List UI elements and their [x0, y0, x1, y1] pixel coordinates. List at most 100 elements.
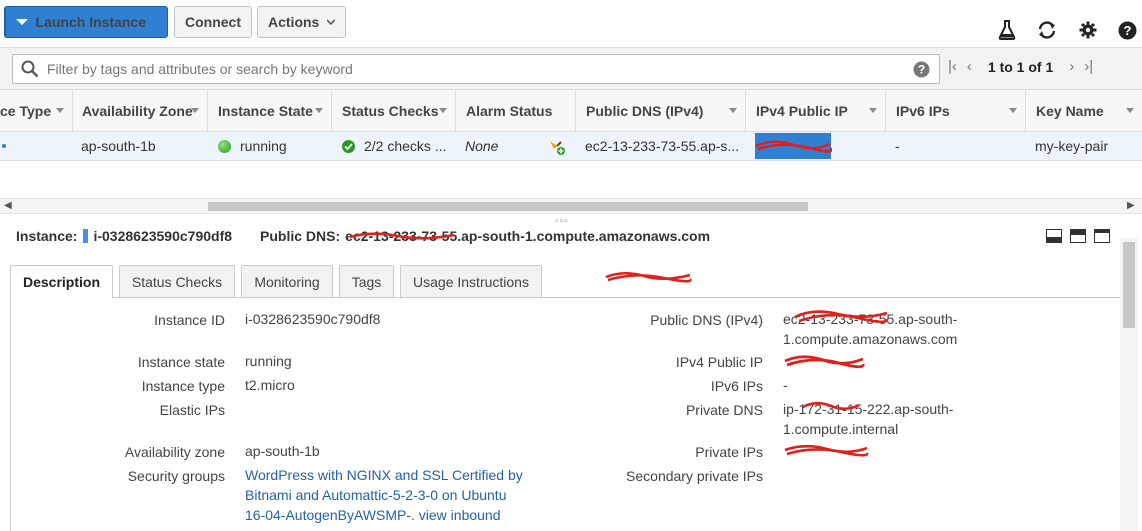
- security-group-line: Bitnami and Automattic-5-2-3-0 on Ubuntu: [245, 487, 507, 503]
- page-indicator: 1 to 1 of 1: [987, 58, 1054, 75]
- vertical-scrollbar[interactable]: [1120, 238, 1138, 531]
- chevron-down-icon: [315, 108, 323, 113]
- private-ips-label: Private IPs: [695, 444, 763, 460]
- private-dns-line: 1.compute.internal: [783, 421, 899, 437]
- help-icon[interactable]: ?: [1117, 20, 1137, 40]
- tab-usage-instructions[interactable]: Usage Instructions: [400, 265, 542, 297]
- column-instance-type[interactable]: ce Type: [0, 90, 73, 131]
- help-icon[interactable]: ?: [913, 61, 930, 81]
- elastic-ips-label: Elastic IPs: [159, 402, 225, 418]
- redaction-scribble: [349, 232, 455, 240]
- tab-label: Description: [22, 274, 100, 290]
- flask-icon[interactable]: [997, 20, 1017, 40]
- row-marker: [0, 132, 20, 160]
- chevron-down-icon: [439, 108, 447, 113]
- column-label: Public DNS (IPv4): [586, 102, 704, 119]
- filter-bar: ? |‹ ‹ 1 to 1 of 1 › ›|: [0, 47, 1142, 90]
- prev-page-icon[interactable]: ‹: [967, 58, 972, 75]
- scroll-right-icon[interactable]: ▶: [1127, 200, 1135, 211]
- security-group-line: WordPress with NGINX and SSL Certified b…: [245, 467, 523, 483]
- cell-status-checks: 2/2 checks ...: [332, 132, 456, 160]
- chevron-down-icon: [1126, 108, 1134, 113]
- connect-button[interactable]: Connect: [174, 6, 252, 38]
- actions-label: Actions: [268, 14, 320, 30]
- instance-type-value: t2.micro: [245, 377, 295, 393]
- tab-tags[interactable]: Tags: [339, 265, 394, 297]
- description-panel: Instance ID i-0328623590c790df8 Instance…: [10, 297, 1131, 531]
- public-dns-label: Public DNS:: [260, 228, 341, 244]
- column-status-checks[interactable]: Status Checks: [332, 90, 456, 131]
- cell-ipv6: -: [895, 138, 900, 154]
- instance-type-label: Instance type: [141, 378, 225, 394]
- private-dns-label: Private DNS: [685, 402, 763, 418]
- redaction-scribble: [784, 355, 865, 369]
- chevron-down-icon: [869, 108, 877, 113]
- column-ipv4-public-ip[interactable]: IPv4 Public IP: [746, 90, 886, 131]
- layout-bottom-icon[interactable]: [1046, 229, 1062, 243]
- column-ipv6-ips[interactable]: IPv6 IPs: [886, 90, 1026, 131]
- scrollbar-thumb[interactable]: [208, 202, 808, 211]
- toolbar: Launch Instance Connect Actions ?: [0, 0, 1142, 46]
- scrollbar-thumb[interactable]: [1123, 242, 1135, 328]
- gear-icon[interactable]: [1078, 20, 1098, 40]
- search-box[interactable]: [12, 54, 940, 84]
- ipv6-ips-value: -: [783, 377, 788, 393]
- chevron-down-icon: [327, 19, 335, 25]
- tab-monitoring[interactable]: Monitoring: [241, 265, 333, 297]
- tab-label: Status Checks: [131, 273, 223, 290]
- tab-label: Monitoring: [254, 273, 320, 290]
- next-page-icon[interactable]: ›: [1069, 58, 1074, 75]
- public-dns-label: Public DNS (IPv4): [650, 312, 763, 328]
- cell-availability-zone: ap-south-1b: [81, 138, 156, 154]
- availability-zone-value: ap-south-1b: [245, 443, 320, 459]
- first-page-icon[interactable]: |‹: [948, 58, 957, 75]
- column-label: Availability Zone: [82, 102, 193, 119]
- column-label: IPv6 IPs: [896, 102, 950, 119]
- refresh-icon[interactable]: [1037, 20, 1057, 40]
- instance-id-label: Instance ID: [154, 312, 225, 328]
- public-dns-line: 1.compute.amazonaws.com: [783, 331, 958, 347]
- chevron-down-icon: [1009, 108, 1017, 113]
- instance-id: i-0328623590c790df8: [93, 228, 233, 244]
- checks-text: 2/2 checks ...: [364, 138, 447, 154]
- column-public-dns[interactable]: Public DNS (IPv4): [576, 90, 746, 131]
- dns-text: ec2-13-233-73-55.ap-s...: [585, 138, 740, 154]
- last-page-icon[interactable]: ›|: [1084, 58, 1093, 75]
- security-group-link[interactable]: WordPress with NGINX and SSL Certified b…: [245, 465, 523, 525]
- table-row[interactable]: ap-south-1b running 2/2 checks ... None …: [0, 132, 1142, 283]
- tab-status-checks[interactable]: Status Checks: [119, 265, 235, 297]
- horizontal-scrollbar[interactable]: ◀ ▶: [0, 198, 1142, 214]
- column-key-name[interactable]: Key Name: [1026, 90, 1142, 131]
- chevron-down-icon: [729, 108, 737, 113]
- add-alarm-icon[interactable]: [548, 138, 566, 159]
- layout-split-icon[interactable]: [1070, 229, 1086, 243]
- running-status-icon: [218, 139, 231, 153]
- column-instance-state[interactable]: Instance State: [208, 90, 332, 131]
- state-text: running: [240, 138, 287, 154]
- instance-state-value: running: [245, 353, 292, 369]
- table-header: ce Type Availability Zone Instance State…: [0, 90, 1142, 132]
- search-input[interactable]: [45, 60, 939, 78]
- column-alarm-status[interactable]: Alarm Status: [456, 90, 576, 131]
- svg-text:?: ?: [1123, 23, 1131, 38]
- column-availability-zone[interactable]: Availability Zone: [73, 90, 208, 131]
- redaction-scribble: [784, 444, 869, 457]
- search-icon: [21, 60, 39, 78]
- tab-description[interactable]: Description: [10, 265, 113, 298]
- layout-toggle-group: [1046, 229, 1110, 243]
- instance-id-value: i-0328623590c790df8: [245, 311, 381, 327]
- pagination: |‹ ‹ 1 to 1 of 1 › ›|: [948, 58, 1093, 75]
- redaction-scribble: [794, 310, 889, 324]
- column-label: ce Type: [0, 102, 52, 119]
- scroll-left-icon[interactable]: ◀: [4, 200, 12, 211]
- svg-text:?: ?: [918, 63, 925, 77]
- cell-public-dns: ec2-13-233-73-55.ap-s...: [576, 132, 746, 160]
- actions-button[interactable]: Actions: [257, 6, 346, 38]
- instance-state-label: Instance state: [137, 354, 225, 370]
- pane-splitter[interactable]: ▫▫▫: [555, 216, 569, 227]
- column-label: Alarm Status: [466, 102, 553, 119]
- redaction-scribble: [755, 140, 832, 153]
- launch-instance-button[interactable]: Launch Instance: [4, 6, 168, 38]
- redaction-scribble: [802, 401, 860, 411]
- layout-full-icon[interactable]: [1094, 229, 1110, 243]
